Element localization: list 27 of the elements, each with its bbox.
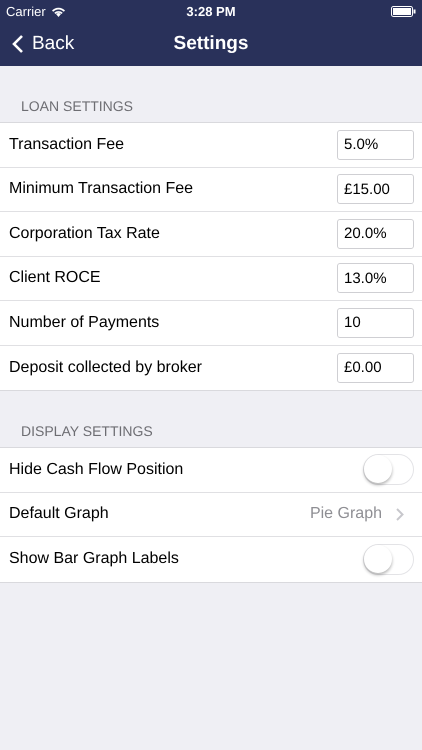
setting-label: Client ROCE — [9, 269, 101, 288]
toggle-switch[interactable] — [363, 454, 414, 486]
input-field[interactable]: 13.0% — [337, 263, 414, 294]
carrier-name: Carrier — [6, 4, 46, 18]
setting-label: Minimum Transaction Fee — [9, 180, 194, 198]
wifi-icon — [50, 6, 66, 16]
section-header: LOAN SETTINGS — [21, 98, 134, 114]
setting-label: Default Graph — [9, 505, 109, 524]
setting-label: Hide Cash Flow Position — [9, 460, 184, 479]
toggle-switch[interactable] — [363, 544, 414, 575]
input-field[interactable]: 5.0% — [337, 130, 414, 160]
screen-title: Settings — [174, 33, 248, 55]
input-field[interactable]: £0.00 — [337, 352, 414, 383]
input-field[interactable]: 20.0% — [337, 218, 414, 249]
setting-label: Transaction Fee — [9, 136, 124, 154]
battery-icon — [391, 6, 416, 16]
chevron-left-icon — [12, 34, 24, 54]
setting-label: Corporation Tax Rate — [9, 224, 160, 243]
setting-label: Deposit collected by broker — [9, 358, 202, 377]
input-field[interactable]: £15.00 — [337, 174, 414, 204]
back-button[interactable]: Back — [0, 33, 74, 55]
status-time: 3:28 PM — [186, 4, 236, 18]
setting-label: Number of Payments — [9, 314, 160, 332]
section-header: DISPLAY SETTINGS — [21, 423, 153, 439]
input-field[interactable]: 10 — [337, 308, 414, 338]
chevron-right-icon — [396, 508, 404, 521]
setting-label: Show Bar Graph Labels — [9, 550, 179, 568]
